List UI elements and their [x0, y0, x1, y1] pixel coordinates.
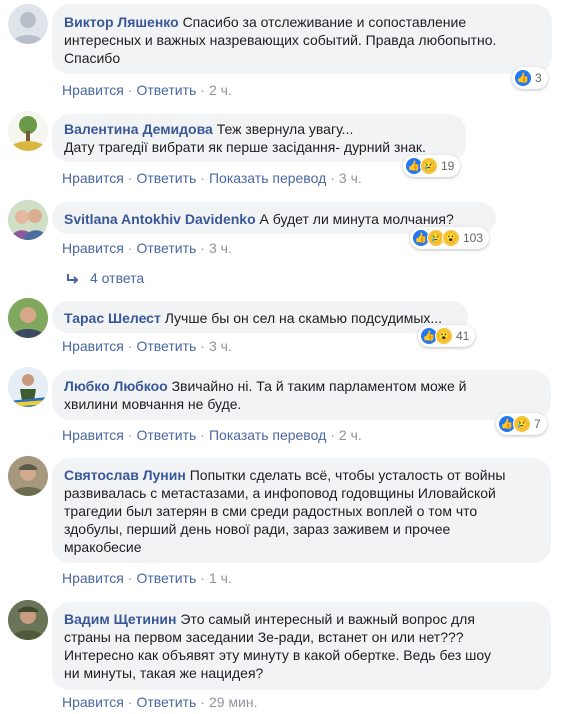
- avatar[interactable]: [8, 200, 48, 240]
- comment-text: ни минуты, такая же нацидея?: [64, 665, 264, 681]
- like-link[interactable]: Нравится: [62, 694, 124, 710]
- comment-time[interactable]: 3 ч.: [209, 338, 232, 354]
- comment-author[interactable]: Любко Любкоо: [64, 378, 168, 394]
- reply-link[interactable]: Ответить: [136, 427, 196, 443]
- comment-text: хвилини мовчання не буде.: [64, 396, 242, 412]
- comment-text: Звичайно ні. Та й таким парламентом може…: [171, 378, 467, 394]
- comment-text: здобулы, перший день нової ради, зараз з…: [64, 521, 451, 537]
- comment-actions: Нравится · Ответить · 1 ч.: [62, 570, 232, 586]
- like-icon: 👍: [514, 69, 532, 87]
- reactions-summary[interactable]: 👍 😮 41: [418, 325, 476, 347]
- comment-text: интересных и важных назревающих событий.…: [64, 32, 497, 48]
- comment-text: Лучше бы он сел на скамью подсудимых...: [164, 310, 443, 326]
- comment-text: страны на первом заседании Зе-ради, вста…: [64, 629, 464, 645]
- sad-icon: 😢: [513, 415, 531, 433]
- wow-icon: 😮: [435, 327, 453, 345]
- like-link[interactable]: Нравится: [62, 427, 124, 443]
- wow-icon: 😮: [442, 229, 460, 247]
- comment-text: Теж звернула увагу...: [216, 121, 354, 137]
- comment-author[interactable]: Svitlana Antokhiv Davidenko: [64, 211, 256, 227]
- comment-time[interactable]: 3 ч.: [209, 240, 232, 256]
- reactions-summary[interactable]: 👍 😢 😮 103: [410, 227, 490, 249]
- comment-text: Интересно как объявят эту минуту в какой…: [64, 647, 491, 663]
- comment-time[interactable]: 2 ч.: [339, 427, 362, 443]
- comment-time[interactable]: 2 ч.: [209, 82, 232, 98]
- replies-count: 4 ответа: [90, 270, 145, 286]
- reply-arrow-icon: [67, 274, 79, 285]
- reply-link[interactable]: Ответить: [136, 570, 196, 586]
- comment-actions: Нравится · Ответить · 3 ч.: [62, 240, 232, 256]
- avatar[interactable]: [8, 4, 48, 44]
- avatar[interactable]: [8, 367, 48, 407]
- comment-bubble: Вадим Щетинин Это самый интересный и важ…: [52, 602, 551, 690]
- comment-author[interactable]: Вадим Щетинин: [64, 611, 177, 627]
- avatar[interactable]: [8, 456, 48, 496]
- reply-link[interactable]: Ответить: [136, 694, 196, 710]
- reactions-summary[interactable]: 👍 😢 7: [496, 413, 547, 435]
- like-link[interactable]: Нравится: [62, 170, 124, 186]
- comment-author[interactable]: Виктор Ляшенко: [64, 14, 179, 30]
- sad-icon: 😢: [420, 157, 438, 175]
- reaction-count: 7: [534, 417, 541, 431]
- comment-bubble: Тарас Шелест Лучше бы он сел на скамью п…: [52, 301, 468, 333]
- translate-link[interactable]: Показать перевод: [209, 427, 326, 443]
- comment-actions: Нравится · Ответить · 3 ч.: [62, 338, 232, 354]
- comment-actions: Нравится · Ответить · Показать перевод · 3 ч.: [62, 170, 362, 186]
- like-link[interactable]: Нравится: [62, 240, 124, 256]
- like-link[interactable]: Нравится: [62, 82, 124, 98]
- comment-text: Спасибо: [64, 50, 121, 66]
- like-link[interactable]: Нравится: [62, 570, 124, 586]
- reply-link[interactable]: Ответить: [136, 240, 196, 256]
- reaction-count: 103: [463, 231, 484, 245]
- comment-author[interactable]: Святослав Лунин: [64, 467, 186, 483]
- reactions-summary[interactable]: 👍 😢 19: [403, 155, 461, 177]
- comment-bubble: Валентина Демидова Теж звернула увагу...…: [52, 114, 466, 162]
- comment-text: Дату трагедії вибрати як перше засідання…: [64, 139, 426, 155]
- comment-text: мракобесие: [64, 539, 142, 555]
- reaction-count: 19: [441, 159, 455, 173]
- reply-link[interactable]: Ответить: [136, 170, 196, 186]
- comment-actions: Нравится · Ответить · 2 ч.: [62, 82, 232, 98]
- comment-bubble: Любко Любкоо Звичайно ні. Та й таким пар…: [52, 370, 551, 420]
- avatar[interactable]: [8, 600, 48, 640]
- comment-text: Попытки сделать всё, чтобы усталость от …: [189, 467, 506, 483]
- reply-link[interactable]: Ответить: [136, 82, 196, 98]
- reaction-count: 41: [456, 329, 470, 343]
- comment-author[interactable]: Тарас Шелест: [64, 310, 161, 326]
- comment-text: Это самый интересный и важный вопрос для: [180, 611, 475, 627]
- comment-text: А будет ли минута молчания?: [259, 211, 454, 227]
- comment-author[interactable]: Валентина Демидова: [64, 121, 213, 137]
- reaction-count: 3: [535, 71, 542, 85]
- avatar[interactable]: [8, 111, 48, 151]
- comment-text: Спасибо за отслеживание и сопоставление: [182, 14, 467, 30]
- avatar[interactable]: [8, 298, 48, 338]
- comment-actions: Нравится · Ответить · Показать перевод · 2 ч.: [62, 427, 362, 443]
- comment-time[interactable]: 3 ч.: [339, 170, 362, 186]
- comment-text: развивалась с метастазами, а инфоповод г…: [64, 485, 496, 501]
- translate-link[interactable]: Показать перевод: [209, 170, 326, 186]
- comment-time[interactable]: 29 мин.: [209, 694, 258, 710]
- comment-bubble: Виктор Ляшенко Спасибо за отслеживание и…: [52, 4, 552, 74]
- comment-text: трагедии был затерян в сми среди радостн…: [64, 503, 478, 519]
- reactions-summary[interactable]: 👍 3: [512, 67, 548, 89]
- reply-link[interactable]: Ответить: [136, 338, 196, 354]
- comment-actions: Нравится · Ответить · 29 мин.: [62, 694, 258, 710]
- view-replies-link[interactable]: 4 ответа: [66, 270, 144, 286]
- like-link[interactable]: Нравится: [62, 338, 124, 354]
- comment-time[interactable]: 1 ч.: [209, 570, 232, 586]
- comment-bubble: Святослав Лунин Попытки сделать всё, что…: [52, 458, 551, 563]
